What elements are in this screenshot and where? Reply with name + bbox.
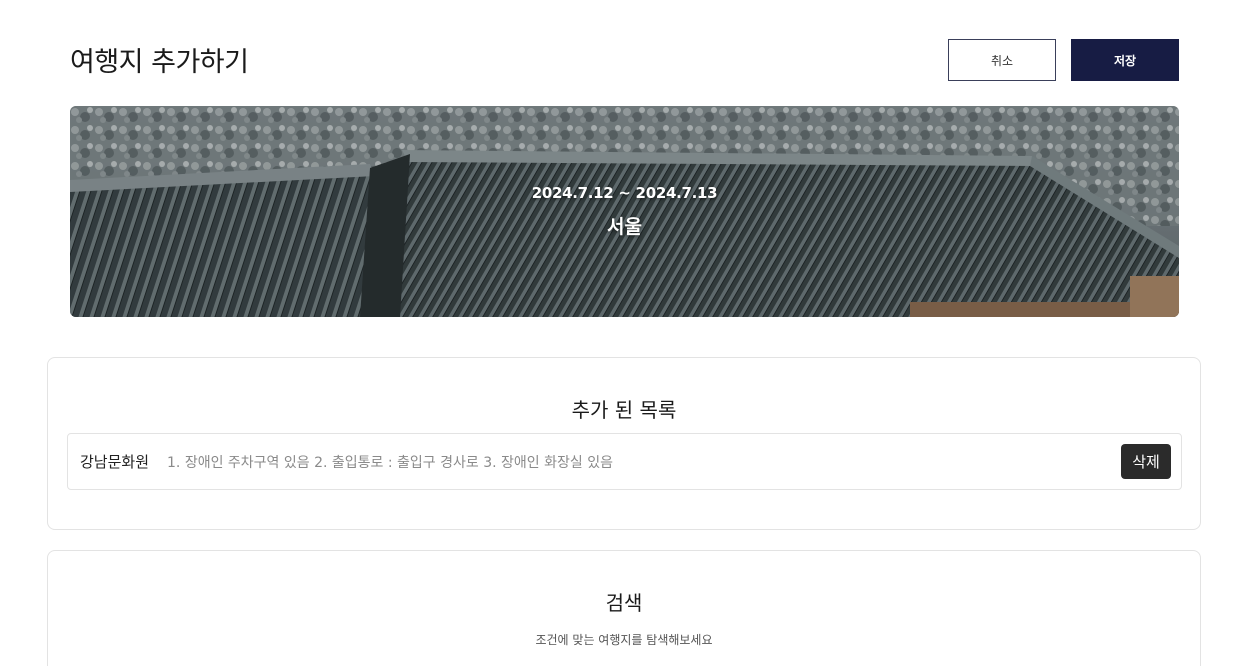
search-card: 검색 조건에 맞는 여행지를 탐색해보세요 — [47, 550, 1201, 666]
trip-city: 서울 — [607, 216, 642, 238]
added-list-title: 추가 된 목록 — [571, 398, 677, 422]
added-list-card: 추가 된 목록 강남문화원 1. 장애인 주차구역 있음 2. 출입통로 : 출… — [47, 357, 1201, 530]
search-title: 검색 — [605, 591, 643, 615]
delete-button[interactable]: 삭제 — [1121, 444, 1171, 479]
place-description: 1. 장애인 주차구역 있음 2. 출입통로 : 출입구 경사로 3. 장애인 … — [167, 454, 613, 471]
search-subtitle: 조건에 맞는 여행지를 탐색해보세요 — [535, 633, 713, 647]
trip-banner-image: 2024.7.12 ~ 2024.7.13 서울 — [70, 106, 1179, 317]
list-item: 강남문화원 1. 장애인 주차구역 있음 2. 출입통로 : 출입구 경사로 3… — [67, 433, 1182, 490]
page: 여행지 추가하기 취소 저장 2024.7.12 ~ 2024.7.13 서울 … — [0, 0, 1250, 666]
place-name: 강남문화원 — [80, 453, 150, 471]
trip-dates: 2024.7.12 ~ 2024.7.13 — [531, 184, 718, 202]
save-button[interactable]: 저장 — [1071, 39, 1179, 81]
cancel-button[interactable]: 취소 — [948, 39, 1056, 81]
page-title: 여행지 추가하기 — [70, 47, 249, 78]
